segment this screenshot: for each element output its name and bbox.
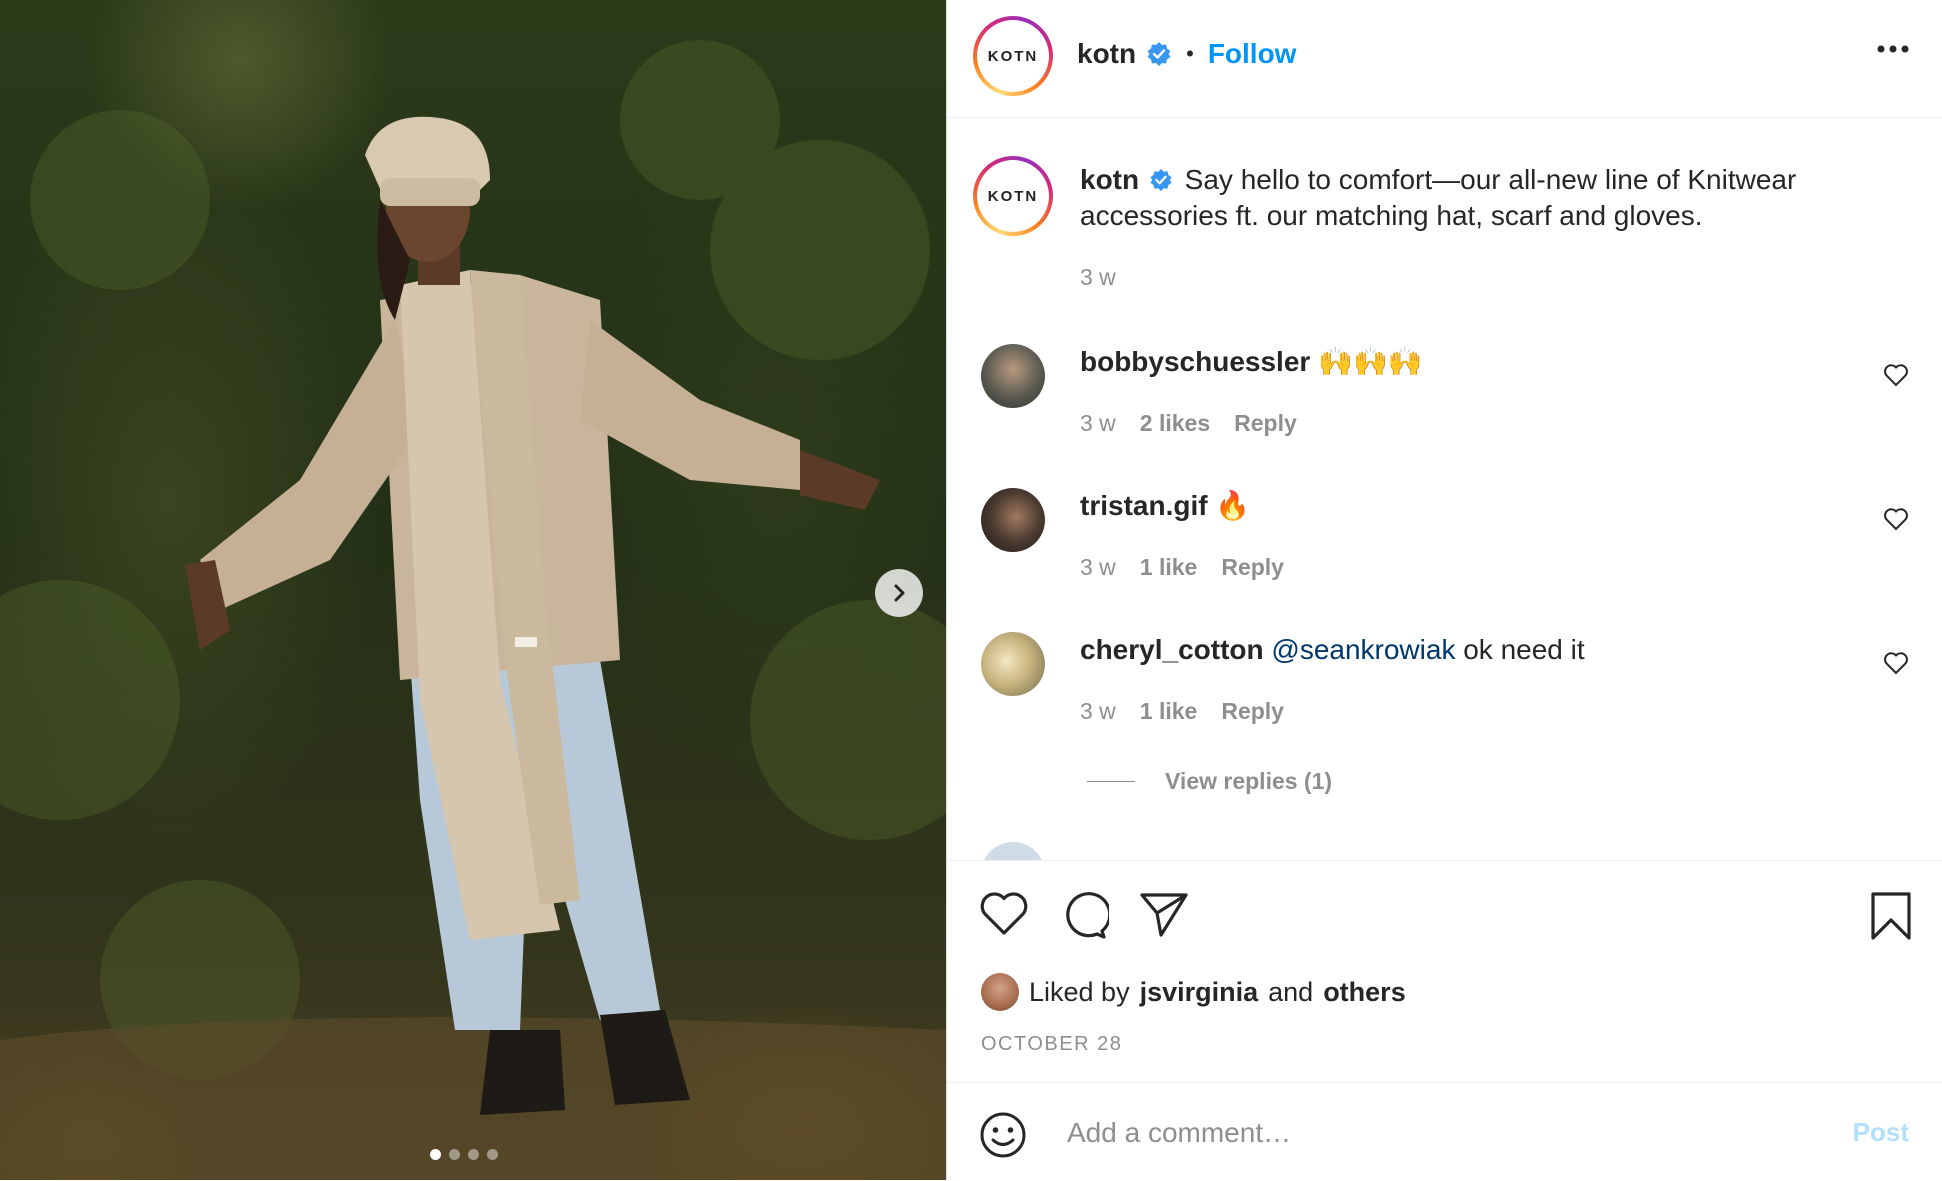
comment-reply-button[interactable]: Reply <box>1234 410 1297 437</box>
share-paper-plane-icon[interactable] <box>1139 891 1189 937</box>
model-figure <box>0 40 946 1180</box>
carousel-dot <box>487 1149 498 1160</box>
comment-meta: 3 w 1 like Reply <box>1080 698 1284 725</box>
comment-username[interactable]: bobbyschuessler <box>1080 346 1310 377</box>
commenter-avatar[interactable] <box>981 842 1045 860</box>
comment-likes[interactable]: 1 like <box>1140 554 1198 581</box>
comment-text: bobbyschuessler 🙌🙌🙌 <box>1080 344 1423 380</box>
comment-time: 3 w <box>1080 698 1116 724</box>
account-avatar[interactable]: KOTN <box>973 16 1053 96</box>
comment-text: tristan.gif 🔥 <box>1080 488 1250 524</box>
comment-like-heart-icon[interactable] <box>1883 363 1909 387</box>
comment-meta: 3 w 1 like Reply <box>1080 554 1284 581</box>
comment-reply-button[interactable]: Reply <box>1221 698 1284 725</box>
more-options-icon[interactable] <box>1877 44 1909 54</box>
liker-avatar[interactable] <box>981 973 1019 1011</box>
post-date[interactable]: OCTOBER 28 <box>981 1033 1122 1056</box>
caption-body: Say hello to comfort—our all-new line of… <box>1080 164 1797 231</box>
liked-by-user[interactable]: jsvirginia <box>1140 977 1259 1008</box>
comment-time: 3 w <box>1080 554 1116 580</box>
caption-time: 3 w <box>1080 264 1116 290</box>
carousel-next-button[interactable] <box>875 569 923 617</box>
add-comment-input[interactable] <box>1065 1108 1829 1158</box>
comments-list[interactable]: KOTN kotn Say hello to comfort—our all-n… <box>947 118 1942 860</box>
comment-meta: 3 w 2 likes Reply <box>1080 410 1297 437</box>
liked-by-and: and <box>1268 976 1314 1007</box>
caption-avatar[interactable]: KOTN <box>973 156 1053 236</box>
comment-time: 3 w <box>1080 410 1116 436</box>
emoji-smiley-icon[interactable] <box>979 1111 1027 1159</box>
account-username[interactable]: kotn <box>1077 38 1136 70</box>
carousel-dot-active <box>430 1149 441 1160</box>
verified-badge-icon <box>1150 168 1172 191</box>
post-header: KOTN kotn • Follow <box>947 0 1942 118</box>
post-side-panel: KOTN kotn • Follow KOTN kotn Say hello t… <box>946 0 1942 1180</box>
add-comment-bar: Post <box>947 1082 1942 1181</box>
comment-like-heart-icon[interactable] <box>1883 507 1909 531</box>
post-photo[interactable] <box>0 0 946 1180</box>
comment-body: 🙌🙌🙌 <box>1318 346 1423 377</box>
view-replies-button[interactable]: View replies (1) <box>1087 768 1332 795</box>
account-avatar-logo: KOTN <box>977 20 1049 92</box>
view-replies-divider <box>1087 781 1135 782</box>
caption-avatar-logo: KOTN <box>977 160 1049 232</box>
carousel-dot <box>449 1149 460 1160</box>
comment-bubble-icon[interactable] <box>1059 891 1109 941</box>
comment-mention-link[interactable]: @seankrowiak <box>1271 634 1455 665</box>
comment-body: 🔥 <box>1215 490 1251 521</box>
save-bookmark-icon[interactable] <box>1869 891 1913 941</box>
comment-username[interactable]: tristan.gif <box>1080 490 1208 521</box>
comment-reply-button[interactable]: Reply <box>1221 554 1284 581</box>
follow-button[interactable]: Follow <box>1208 38 1297 70</box>
liked-by-prefix: Liked by <box>1029 976 1130 1007</box>
liked-by-summary: Liked by jsvirginia and others <box>981 973 1406 1011</box>
comment-username[interactable]: cheryl_cotton <box>1080 634 1264 665</box>
comment-like-heart-icon[interactable] <box>1883 651 1909 675</box>
post-actions: Liked by jsvirginia and others OCTOBER 2… <box>947 860 1942 1081</box>
chevron-right-icon <box>894 584 905 602</box>
caption-text: kotn Say hello to comfort—our all-new li… <box>1080 162 1860 234</box>
verified-badge-icon <box>1147 42 1171 66</box>
like-heart-icon[interactable] <box>979 891 1029 937</box>
caption-meta: 3 w <box>1080 264 1116 291</box>
view-replies-label: View replies (1) <box>1165 768 1333 794</box>
comment-likes[interactable]: 2 likes <box>1140 410 1210 437</box>
commenter-avatar[interactable] <box>981 632 1045 696</box>
liked-by-others[interactable]: others <box>1323 977 1406 1008</box>
header-separator: • <box>1186 41 1194 66</box>
commenter-avatar[interactable] <box>981 488 1045 552</box>
comment-text: cheryl_cotton @seankrowiak ok need it <box>1080 632 1585 668</box>
carousel-dot <box>468 1149 479 1160</box>
carousel-indicator <box>430 1149 498 1160</box>
comment-likes[interactable]: 1 like <box>1140 698 1198 725</box>
caption-username[interactable]: kotn <box>1080 164 1139 195</box>
comment-body: ok need it <box>1463 634 1585 665</box>
commenter-avatar[interactable] <box>981 344 1045 408</box>
post-comment-button[interactable]: Post <box>1853 1117 1909 1148</box>
